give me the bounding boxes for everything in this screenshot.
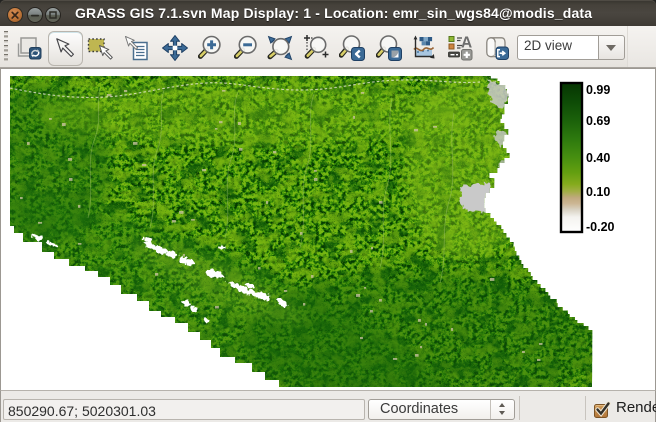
svg-text:0.10: 0.10 bbox=[586, 185, 610, 199]
svg-text:0.40: 0.40 bbox=[586, 151, 610, 165]
svg-text:-0.20: -0.20 bbox=[586, 220, 615, 234]
svg-text:0.69: 0.69 bbox=[586, 114, 610, 128]
svg-text:0.99: 0.99 bbox=[586, 83, 610, 97]
